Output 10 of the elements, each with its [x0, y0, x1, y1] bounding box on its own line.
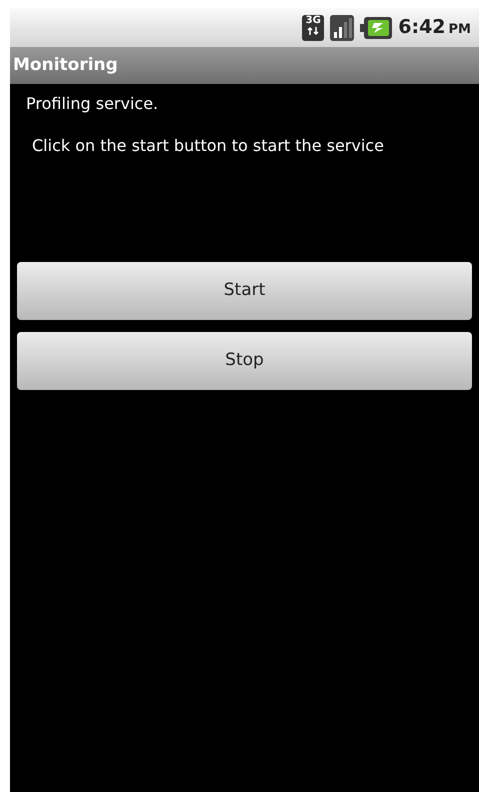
heading-text: Profiling service. [26, 93, 160, 115]
instruction-text: Click on the start button to start the service [32, 135, 385, 157]
action-button[interactable]: Stop [17, 332, 472, 390]
network-icon: 3G [302, 14, 324, 40]
clock-meridiem: PM [448, 21, 471, 40]
battery-icon [360, 16, 392, 38]
clock-time: 6:42 [398, 15, 446, 40]
action-button[interactable]: Start [17, 262, 472, 320]
window-title: Monitoring [13, 54, 118, 77]
signal-icon [330, 14, 354, 40]
